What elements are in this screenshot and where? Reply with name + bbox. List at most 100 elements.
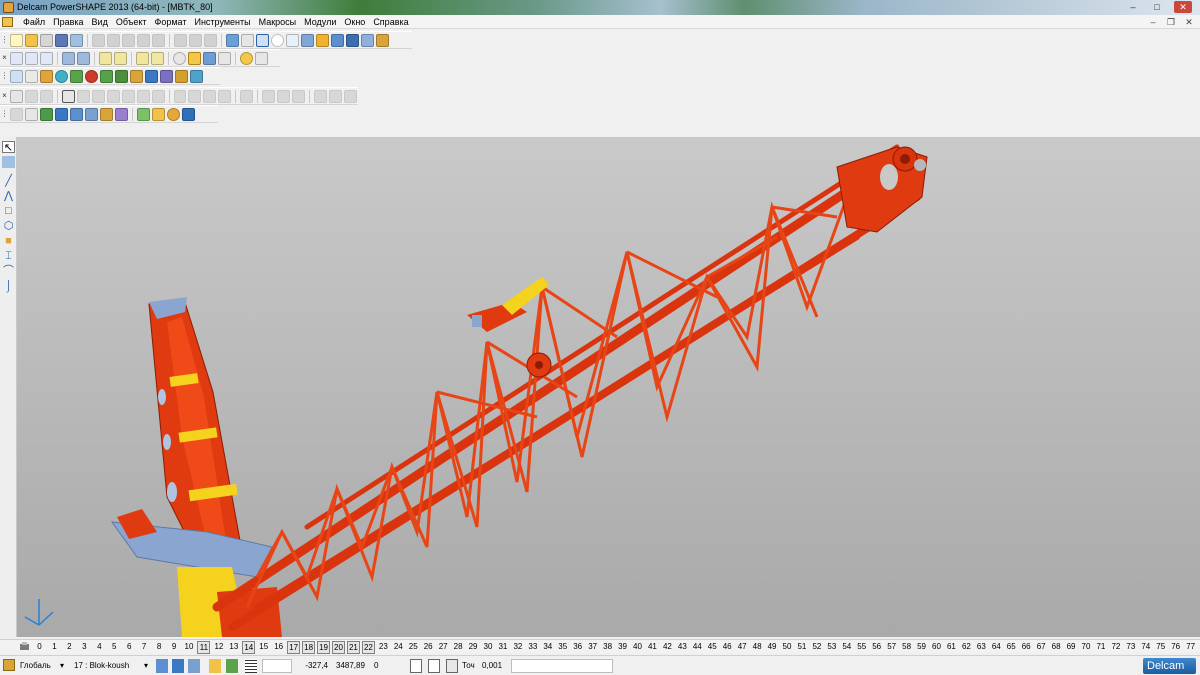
level-button[interactable]: 77 — [1184, 641, 1197, 652]
minimize-button[interactable]: – — [1124, 1, 1142, 13]
view-iso-icon[interactable] — [62, 51, 75, 65]
print-icon[interactable] — [70, 33, 83, 47]
level-button[interactable]: 24 — [392, 641, 405, 652]
undo-icon[interactable] — [174, 33, 187, 47]
level-button[interactable]: 72 — [1109, 641, 1122, 652]
level-button[interactable]: 48 — [751, 641, 764, 652]
level-button[interactable]: 16 — [272, 641, 285, 652]
rectangle-tool-icon[interactable]: □ — [2, 205, 15, 217]
level-green-icon[interactable] — [226, 659, 238, 673]
mesh-icon[interactable] — [361, 33, 374, 47]
menu-file[interactable]: Файл — [19, 17, 49, 27]
fillet-tool-icon[interactable]: ⌡ — [2, 280, 15, 292]
level-button[interactable]: 33 — [526, 641, 539, 652]
select-cursor-icon[interactable]: ↖ — [2, 141, 15, 154]
level-button[interactable]: 59 — [915, 641, 928, 652]
menu-help[interactable]: Справка — [369, 17, 412, 27]
solid-cylinder-icon[interactable] — [85, 107, 98, 121]
extrude-icon[interactable] — [115, 69, 128, 83]
level-button[interactable]: 43 — [676, 641, 689, 652]
level-button[interactable]: 28 — [452, 641, 465, 652]
level-button[interactable]: 65 — [1005, 641, 1018, 652]
level-button[interactable]: 9 — [168, 641, 181, 652]
clipboard-icon[interactable] — [428, 659, 440, 673]
doc-restore-button[interactable]: ❐ — [1164, 16, 1178, 28]
level-button[interactable]: 21 — [346, 641, 360, 654]
paste-icon[interactable] — [122, 33, 135, 47]
shell-icon[interactable] — [151, 89, 165, 103]
circle-icon[interactable] — [271, 33, 284, 47]
component-icon[interactable] — [70, 69, 83, 83]
toolbar-grip[interactable]: ⋮ — [0, 69, 9, 83]
select-icon[interactable] — [226, 33, 239, 47]
view-front-icon[interactable] — [10, 51, 23, 65]
solid-box-icon[interactable] — [70, 107, 83, 121]
level-wire-icon[interactable] — [188, 659, 200, 673]
level-button[interactable]: 62 — [960, 641, 973, 652]
polyline-tool-icon[interactable]: ⋀ — [2, 190, 15, 202]
curve-icon[interactable] — [286, 33, 299, 47]
document-icon[interactable] — [2, 17, 13, 27]
level-button[interactable]: 14 — [242, 641, 256, 654]
mirror-icon[interactable] — [188, 89, 202, 103]
level-button[interactable]: 56 — [870, 641, 883, 652]
analysis-icon[interactable] — [24, 89, 38, 103]
solid-fillet-icon[interactable] — [152, 107, 165, 121]
level-button[interactable]: 27 — [437, 641, 450, 652]
level-button[interactable]: 29 — [467, 641, 480, 652]
grid-icon[interactable] — [245, 659, 257, 673]
level-button[interactable]: 10 — [183, 641, 196, 652]
box-icon[interactable] — [130, 69, 143, 83]
level-button[interactable]: 75 — [1154, 641, 1167, 652]
offset-icon[interactable] — [91, 89, 105, 103]
tree-icon[interactable] — [175, 69, 188, 83]
level-button[interactable]: 55 — [855, 641, 868, 652]
pattern-icon[interactable] — [173, 89, 187, 103]
level-button[interactable]: 71 — [1094, 641, 1107, 652]
solid-tool-icon[interactable]: ■ — [2, 235, 15, 247]
level-button[interactable]: 15 — [257, 641, 270, 652]
toolbar-grip[interactable]: ⋮ — [0, 33, 9, 47]
assembly-icon[interactable] — [40, 69, 53, 83]
text-icon[interactable] — [301, 33, 314, 47]
repeat-icon[interactable] — [204, 33, 217, 47]
doc-minimize-button[interactable]: – — [1146, 16, 1160, 28]
boolean-icon[interactable] — [145, 69, 158, 83]
hidden-line-icon[interactable] — [218, 51, 231, 65]
level-button[interactable]: 70 — [1080, 641, 1093, 652]
menu-format[interactable]: Формат — [151, 17, 191, 27]
level-button[interactable]: 63 — [975, 641, 988, 652]
level-button[interactable]: 64 — [990, 641, 1003, 652]
workplane-icon[interactable] — [3, 659, 15, 671]
split-icon[interactable] — [121, 89, 135, 103]
view-iso2-icon[interactable] — [77, 51, 90, 65]
level-button[interactable]: 34 — [541, 641, 554, 652]
scale-icon[interactable] — [203, 89, 217, 103]
edit-icon[interactable] — [137, 33, 150, 47]
red-sphere-icon[interactable] — [85, 69, 98, 83]
level-button[interactable]: 58 — [900, 641, 913, 652]
morph-icon[interactable] — [262, 89, 276, 103]
level-button[interactable]: 13 — [227, 641, 240, 652]
list-icon[interactable] — [25, 69, 38, 83]
level-button[interactable]: 23 — [377, 641, 390, 652]
thicken-icon[interactable] — [329, 89, 343, 103]
toolbar-close-icon[interactable]: × — [0, 89, 9, 103]
solid-tree-icon[interactable] — [115, 107, 128, 121]
view-right-icon[interactable] — [25, 51, 38, 65]
trim-icon[interactable] — [106, 89, 120, 103]
shaded-wire-icon[interactable] — [203, 51, 216, 65]
level-button[interactable]: 57 — [885, 641, 898, 652]
level-button[interactable]: 35 — [556, 641, 569, 652]
level-button[interactable]: 45 — [706, 641, 719, 652]
level-button[interactable]: 66 — [1020, 641, 1033, 652]
solid-export-icon[interactable] — [182, 107, 195, 121]
solid-icon[interactable] — [346, 33, 359, 47]
level-solid-icon[interactable] — [172, 659, 184, 673]
level-button[interactable]: 26 — [422, 641, 435, 652]
level-button[interactable]: 19 — [317, 641, 331, 654]
level-button[interactable]: 41 — [646, 641, 659, 652]
level-button[interactable]: 18 — [302, 641, 316, 654]
app-icon[interactable] — [3, 2, 14, 13]
dimension-icon[interactable] — [316, 33, 329, 47]
